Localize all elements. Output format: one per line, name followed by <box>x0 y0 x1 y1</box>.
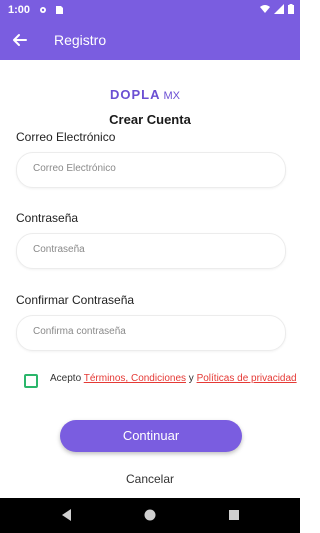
terms-row: Acepto Términos, Condiciones y Políticas… <box>24 373 300 389</box>
terms-prefix: Acepto <box>50 373 84 384</box>
back-arrow-icon[interactable] <box>10 30 30 50</box>
battery-icon <box>288 4 294 14</box>
email-input[interactable] <box>31 162 275 175</box>
password-field[interactable] <box>16 233 286 269</box>
nav-recents-icon[interactable] <box>228 508 240 522</box>
status-bar: 1:00 <box>0 0 300 20</box>
cancel-button[interactable]: Cancelar <box>0 472 300 486</box>
nav-home-icon[interactable] <box>144 508 156 522</box>
email-label: Correo Electrónico <box>16 130 116 144</box>
signal-icon <box>274 4 284 14</box>
dopla-logo: DOPLA MX <box>110 86 190 106</box>
privacy-link[interactable]: Políticas de privacidad <box>197 373 297 384</box>
terms-text: Acepto Términos, Condiciones y Políticas… <box>50 373 297 384</box>
logo-name: DOPLA <box>110 87 161 102</box>
nav-back-icon[interactable] <box>60 508 72 522</box>
wifi-icon <box>260 5 270 13</box>
app-bar: Registro <box>0 20 300 60</box>
app-bar-title: Registro <box>54 32 107 48</box>
android-nav-bar <box>0 498 300 533</box>
terms-link[interactable]: Términos, Condiciones <box>84 373 186 384</box>
page-title: Crear Cuenta <box>109 112 191 127</box>
logo-country: MX <box>163 90 181 102</box>
status-time: 1:00 <box>8 4 31 16</box>
password-input[interactable] <box>31 243 275 256</box>
settings-icon <box>40 7 46 13</box>
terms-checkbox[interactable] <box>24 374 38 388</box>
password-label: Contraseña <box>16 211 79 225</box>
confirm-password-field[interactable] <box>16 315 286 351</box>
confirm-password-label: Confirmar Contraseña <box>16 293 135 307</box>
email-field[interactable] <box>16 152 286 188</box>
confirm-password-input[interactable] <box>31 325 275 338</box>
terms-connector: y <box>186 373 197 384</box>
sim-icon <box>56 6 63 14</box>
continue-button[interactable]: Continuar <box>60 420 242 452</box>
